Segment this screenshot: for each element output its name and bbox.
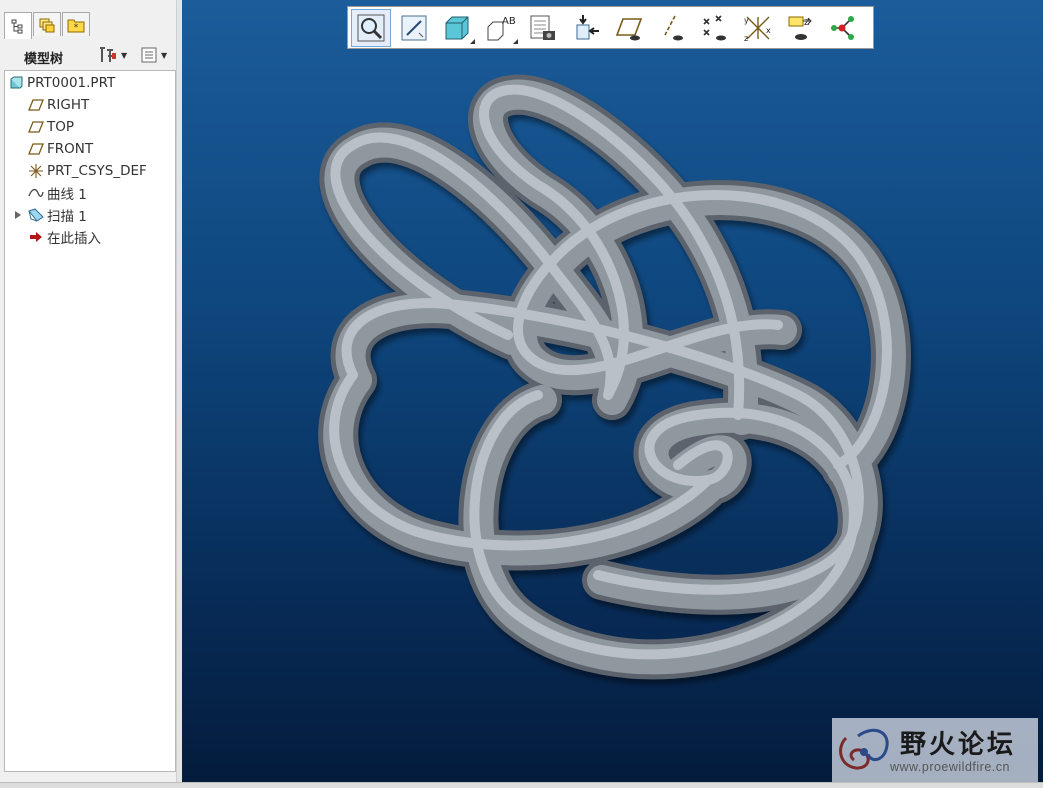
tree-item-label: FRONT — [47, 141, 94, 157]
repaint-icon[interactable] — [394, 9, 434, 47]
list-icon — [141, 47, 157, 63]
coordinate-system-icon — [27, 163, 45, 179]
tree-item-top[interactable]: TOP — [27, 117, 74, 137]
datum-plane-icon — [27, 119, 45, 135]
tools-icon — [100, 47, 116, 62]
svg-text:AB: AB — [502, 16, 515, 27]
watermark-url: www.proewildfire.cn — [890, 760, 1010, 774]
curve-icon — [27, 185, 45, 201]
settings-button[interactable]: ▼ — [98, 45, 132, 65]
sweep-icon — [27, 207, 45, 223]
knot-model — [318, 74, 911, 680]
tree-item-label: TOP — [47, 119, 75, 135]
tree-item-label: 扫描 1 — [47, 209, 87, 225]
forum-logo-icon — [839, 728, 889, 770]
tree-item-label: PRT0001.PRT — [27, 75, 116, 91]
forum-watermark: 野火论坛 www.proewildfire.cn — [832, 718, 1038, 782]
layers-tab-icon[interactable] — [33, 12, 61, 36]
svg-text:x: x — [766, 26, 771, 35]
datum-plane-display-icon[interactable] — [609, 9, 649, 47]
zoom-fit-icon[interactable] — [351, 8, 391, 47]
view-manager-icon[interactable] — [523, 9, 563, 47]
model-tree: PRT0001.PRT RIGHT TOP FRONT PRT_CSYS_DEF… — [4, 70, 176, 772]
favorites-tab-icon[interactable]: * — [62, 12, 90, 36]
svg-text:*: * — [74, 23, 79, 33]
chevron-down-icon: ▼ — [161, 50, 168, 60]
tree-item-sweep[interactable]: 扫描 1 — [27, 205, 87, 225]
view-toolbar: AB yz x Z — [347, 6, 874, 49]
tree-item-part[interactable]: PRT0001.PRT — [7, 73, 115, 93]
part-icon — [7, 75, 25, 91]
model-tree-panel: * 模型树 ▼ ▼ PRT0001.PRT RIGHT TOP FRONT PR… — [0, 0, 183, 787]
tree-item-right[interactable]: RIGHT — [27, 95, 89, 115]
saved-views-icon[interactable]: AB — [480, 9, 520, 47]
datum-plane-icon — [27, 141, 45, 157]
chevron-down-icon: ▼ — [121, 50, 128, 60]
panel-title: 模型树 — [24, 52, 64, 67]
model-tree-tab-icon[interactable] — [4, 12, 32, 39]
svg-text:y: y — [744, 16, 749, 25]
tree-item-curve[interactable]: 曲线 1 — [27, 183, 87, 203]
tree-item-csys[interactable]: PRT_CSYS_DEF — [27, 161, 147, 181]
coordinate-system-display-icon[interactable]: yz x — [738, 9, 778, 47]
tree-item-label: PRT_CSYS_DEF — [47, 163, 147, 179]
tree-item-front[interactable]: FRONT — [27, 139, 93, 159]
panel-tabs: * — [4, 12, 91, 39]
spin-center-icon[interactable] — [824, 9, 864, 47]
watermark-title: 野火论坛 — [900, 730, 1017, 760]
datum-point-display-icon[interactable] — [695, 9, 735, 47]
datum-plane-icon — [27, 97, 45, 113]
annotation-display-icon[interactable]: Z — [781, 9, 821, 47]
status-bar — [0, 782, 1043, 788]
tree-item-label: 在此插入 — [47, 231, 101, 247]
tree-item-label: 曲线 1 — [47, 187, 87, 203]
datum-axis-display-icon[interactable] — [652, 9, 692, 47]
show-button[interactable]: ▼ — [140, 45, 176, 65]
expand-arrow-icon[interactable] — [15, 211, 21, 219]
svg-text:Z: Z — [804, 18, 810, 27]
insert-here-arrow-icon — [27, 229, 45, 245]
tree-item-insert-here[interactable]: 在此插入 — [27, 227, 101, 247]
display-style-icon[interactable] — [437, 9, 477, 47]
svg-text:z: z — [744, 34, 748, 43]
tree-item-label: RIGHT — [47, 97, 90, 113]
tree-header: 模型树 ▼ ▼ — [4, 40, 176, 70]
orient-icon[interactable] — [566, 9, 606, 47]
graphics-viewport[interactable]: AB yzx Z 野火论坛 www.proewildfire.cn — [182, 0, 1043, 782]
